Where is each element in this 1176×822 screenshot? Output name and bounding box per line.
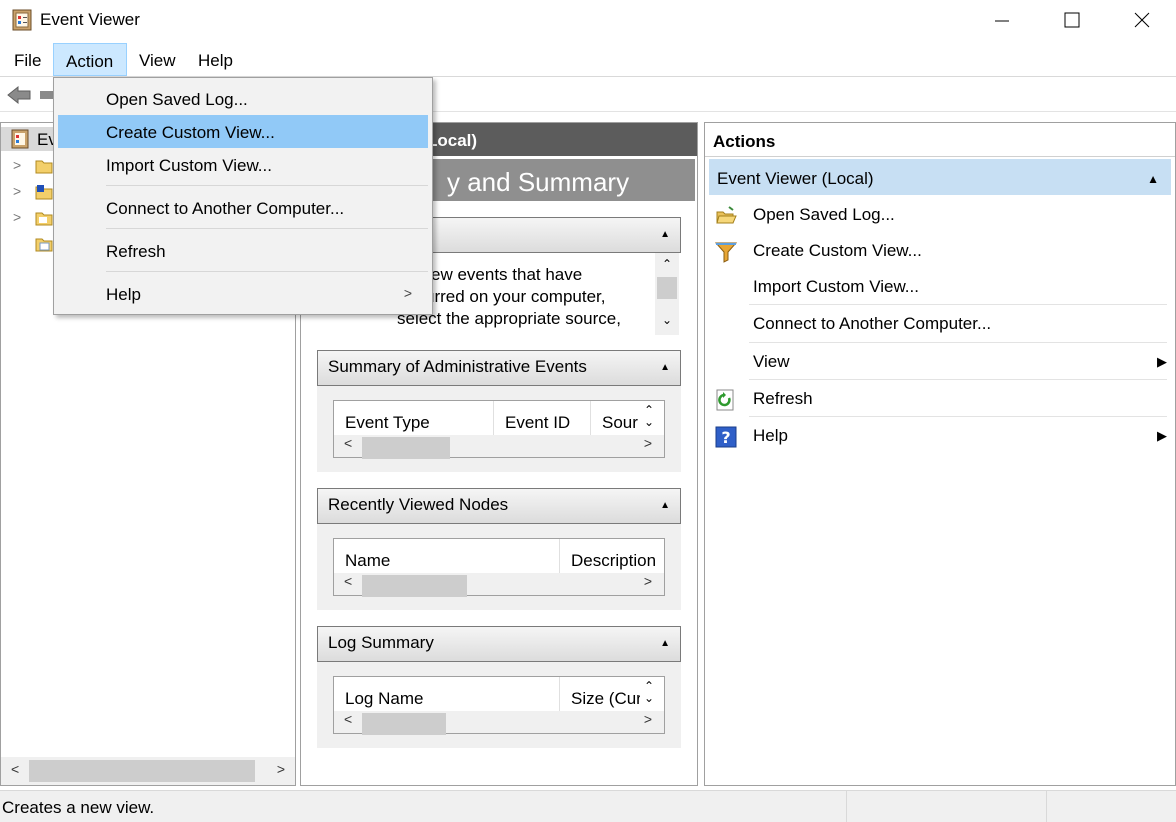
maximize-icon: [1064, 12, 1080, 28]
column-header[interactable]: Log Name: [334, 677, 560, 711]
scroll-left-arrow-icon[interactable]: <: [344, 573, 352, 589]
scrollbar-thumb[interactable]: [362, 437, 450, 459]
scroll-up-arrow-icon[interactable]: ⌃: [662, 257, 672, 271]
event-viewer-app-icon: [12, 9, 32, 31]
title-bar: Event Viewer: [0, 0, 1176, 40]
column-header[interactable]: Size (Cur: [560, 677, 640, 711]
expand-chevron-icon[interactable]: >: [13, 157, 21, 173]
menu-open-saved-log[interactable]: Open Saved Log...: [58, 82, 428, 115]
status-text: Creates a new view.: [2, 798, 155, 817]
log-summary-section-header[interactable]: Log Summary ▲: [317, 626, 681, 662]
event-viewer-icon: [11, 129, 29, 149]
menu-create-custom-view[interactable]: Create Custom View...: [58, 115, 428, 148]
expand-chevron-icon[interactable]: >: [13, 183, 21, 199]
close-icon: [1134, 12, 1150, 28]
minimize-button[interactable]: [967, 0, 1037, 40]
grid-horizontal-scrollbar[interactable]: < >: [334, 711, 664, 735]
scroll-right-arrow-icon[interactable]: >: [277, 761, 285, 777]
menu-bar: File Action View Help: [0, 42, 1176, 77]
menu-action[interactable]: Action: [53, 43, 127, 76]
maximize-button[interactable]: [1037, 0, 1107, 40]
menu-view[interactable]: View: [127, 43, 188, 76]
collapse-triangle-icon[interactable]: ▲: [1147, 159, 1159, 199]
submenu-arrow-icon: ▶: [1157, 354, 1167, 369]
scroll-left-arrow-icon[interactable]: <: [344, 711, 352, 727]
menu-separator: [106, 185, 428, 186]
recent-nodes-section: Recently Viewed Nodes ▲ Name Description …: [317, 488, 681, 610]
status-bar: Creates a new view.: [0, 790, 1176, 822]
open-folder-icon: [716, 206, 737, 224]
column-header[interactable]: Event ID: [494, 401, 591, 435]
refresh-icon: [716, 389, 734, 411]
minimize-icon: [995, 20, 1009, 22]
recent-nodes-section-header[interactable]: Recently Viewed Nodes ▲: [317, 488, 681, 524]
menu-file[interactable]: File: [2, 43, 53, 76]
status-divider: [846, 791, 847, 822]
scroll-down-arrow-icon[interactable]: ⌄: [662, 313, 672, 327]
windows-logs-folder-icon: [35, 185, 53, 200]
recent-nodes-grid: Name Description < >: [333, 538, 665, 597]
admin-events-section-header[interactable]: Summary of Administrative Events ▲: [317, 350, 681, 386]
filter-icon: [715, 242, 737, 263]
tree-horizontal-scrollbar[interactable]: < >: [1, 757, 295, 785]
scroll-down-arrow-icon[interactable]: ⌄: [644, 691, 654, 705]
scrollbar-thumb[interactable]: [362, 575, 467, 597]
menu-separator: [106, 228, 428, 229]
action-menu-dropdown: Open Saved Log... Create Custom View... …: [53, 77, 433, 315]
admin-events-section: Summary of Administrative Events ▲ Event …: [317, 350, 681, 472]
actions-header: Actions: [705, 123, 1175, 157]
grid-horizontal-scrollbar[interactable]: < >: [334, 573, 664, 597]
back-arrow-icon[interactable]: [6, 85, 32, 105]
scroll-left-arrow-icon[interactable]: <: [344, 435, 352, 451]
menu-import-custom-view[interactable]: Import Custom View...: [58, 148, 428, 181]
close-button[interactable]: [1107, 0, 1176, 40]
menu-connect-computer[interactable]: Connect to Another Computer...: [58, 191, 428, 224]
window-title: Event Viewer: [40, 10, 140, 29]
folder-icon: [35, 212, 53, 226]
log-summary-section: Log Summary ▲ Log Name Size (Cur ⌃ ⌄ < >: [317, 626, 681, 748]
collapse-triangle-icon[interactable]: ▲: [660, 352, 670, 384]
action-help[interactable]: ? Help ▶: [709, 417, 1171, 454]
scroll-right-arrow-icon[interactable]: >: [644, 711, 652, 727]
actions-pane: Actions Event Viewer (Local) ▲ Open Save…: [704, 122, 1176, 786]
column-header[interactable]: Description: [560, 539, 664, 573]
collapse-triangle-icon[interactable]: ▲: [660, 219, 670, 251]
scroll-left-arrow-icon[interactable]: <: [11, 761, 19, 777]
admin-events-grid: Event Type Event ID Sour ⌃ ⌄ < >: [333, 400, 665, 459]
submenu-arrow-icon: ▶: [1157, 428, 1167, 443]
scrollbar-thumb[interactable]: [657, 277, 677, 299]
column-header[interactable]: Name: [334, 539, 560, 573]
menu-separator: [106, 271, 428, 272]
scroll-right-arrow-icon[interactable]: >: [644, 573, 652, 589]
actions-group-header[interactable]: Event Viewer (Local) ▲: [709, 159, 1171, 195]
action-connect-computer[interactable]: Connect to Another Computer...: [709, 305, 1171, 342]
action-refresh[interactable]: Refresh: [709, 380, 1171, 417]
collapse-triangle-icon[interactable]: ▲: [660, 490, 670, 522]
subscriptions-folder-icon: [35, 238, 53, 252]
overview-vertical-scrollbar[interactable]: ⌃ ⌄: [655, 253, 679, 335]
menu-help[interactable]: Help: [186, 43, 245, 76]
grid-horizontal-scrollbar[interactable]: < >: [334, 435, 664, 459]
scrollbar-thumb[interactable]: [362, 713, 446, 735]
action-open-saved-log[interactable]: Open Saved Log...: [709, 196, 1171, 233]
expand-chevron-icon[interactable]: >: [13, 209, 21, 225]
help-icon: ?: [715, 426, 737, 448]
status-divider: [1046, 791, 1047, 822]
action-create-custom-view[interactable]: Create Custom View...: [709, 232, 1171, 269]
action-view[interactable]: View ▶: [709, 343, 1171, 380]
menu-refresh[interactable]: Refresh: [58, 234, 428, 267]
scroll-down-arrow-icon[interactable]: ⌄: [644, 415, 654, 429]
collapse-triangle-icon[interactable]: ▲: [660, 628, 670, 660]
log-summary-grid: Log Name Size (Cur ⌃ ⌄ < >: [333, 676, 665, 735]
svg-text:?: ?: [721, 428, 730, 447]
scroll-right-arrow-icon[interactable]: >: [644, 435, 652, 451]
forward-arrow-icon[interactable]: [40, 90, 54, 100]
folder-icon: [35, 160, 53, 174]
menu-help-item[interactable]: Help >: [58, 277, 428, 310]
scrollbar-thumb[interactable]: [29, 760, 255, 782]
submenu-chevron-icon: >: [403, 285, 412, 301]
column-header[interactable]: Sour: [591, 401, 641, 435]
action-import-custom-view[interactable]: Import Custom View...: [709, 268, 1171, 305]
column-header[interactable]: Event Type: [334, 401, 494, 435]
